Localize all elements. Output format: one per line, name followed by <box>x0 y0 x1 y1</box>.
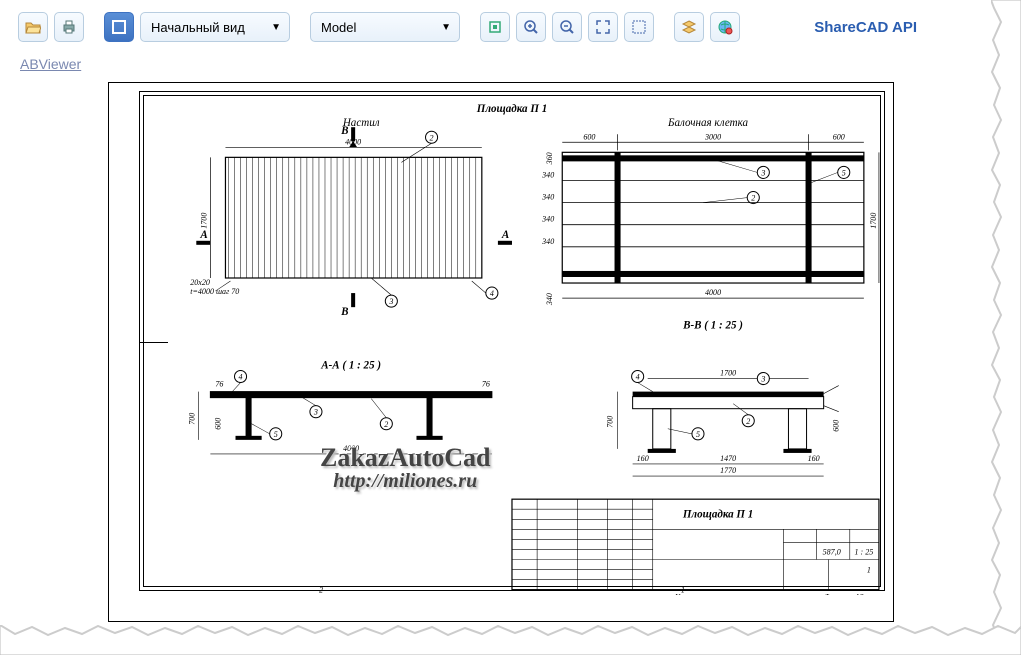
layers-button[interactable] <box>674 12 704 42</box>
svg-text:600: 600 <box>213 418 222 430</box>
svg-text:1 : 25: 1 : 25 <box>854 547 873 556</box>
svg-text:700: 700 <box>187 413 196 425</box>
print-button[interactable] <box>54 12 84 42</box>
extents-icon <box>595 19 611 35</box>
model-select-label: Model <box>321 20 356 35</box>
svg-text:340: 340 <box>541 237 554 246</box>
chevron-down-icon: ▼ <box>441 22 451 33</box>
svg-text:600: 600 <box>833 132 845 141</box>
svg-text:4: 4 <box>239 373 243 382</box>
layers-icon <box>681 19 697 35</box>
svg-text:20x20: 20x20 <box>190 278 210 287</box>
zoom-out-icon <box>559 19 575 35</box>
zoom-in-icon <box>523 19 539 35</box>
svg-text:А: А <box>199 229 207 241</box>
abviewer-link[interactable]: ABViewer <box>20 56 81 72</box>
svg-text:4000: 4000 <box>705 288 721 297</box>
blackbox-button[interactable] <box>104 12 134 42</box>
svg-text:700: 700 <box>606 416 615 428</box>
svg-text:587,0: 587,0 <box>823 547 841 556</box>
printer-icon <box>61 19 77 35</box>
title-block: Площадка П 1 587,0 1 : 25 1 Формат А3 Ко… <box>512 499 879 595</box>
folder-open-icon <box>25 19 41 35</box>
zoom-in-button[interactable] <box>516 12 546 42</box>
svg-text:Балочная клетка: Балочная клетка <box>667 117 749 129</box>
drawing-canvas[interactable]: Площадка П 1 Настил Балочная клетка 4000… <box>108 82 894 622</box>
fit-icon <box>487 19 503 35</box>
svg-text:4: 4 <box>636 373 640 382</box>
svg-text:А: А <box>501 229 509 241</box>
svg-text:t=4000 шаг 70: t=4000 шаг 70 <box>190 287 239 296</box>
svg-text:Формат А3: Формат А3 <box>824 593 864 595</box>
svg-text:1700: 1700 <box>199 213 208 229</box>
svg-text:Площадка П 1: Площадка П 1 <box>682 508 753 520</box>
svg-text:600: 600 <box>832 420 841 432</box>
svg-text:160: 160 <box>637 454 649 463</box>
svg-text:3: 3 <box>760 168 765 177</box>
svg-text:340: 340 <box>541 170 554 179</box>
extents-button[interactable] <box>588 12 618 42</box>
svg-text:2: 2 <box>751 194 755 203</box>
drawing-border: Площадка П 1 Настил Балочная клетка 4000… <box>139 91 885 591</box>
svg-text:3: 3 <box>313 408 318 417</box>
region-icon <box>631 19 647 35</box>
svg-text:2: 2 <box>430 133 434 142</box>
svg-text:340: 340 <box>545 293 554 306</box>
viewer-frame: Начальный вид ▼ Model ▼ Share <box>0 0 995 635</box>
svg-text:В: В <box>340 306 348 318</box>
svg-text:1470: 1470 <box>720 454 736 463</box>
save-button[interactable] <box>710 12 740 42</box>
svg-text:5: 5 <box>842 168 846 177</box>
svg-text:360: 360 <box>545 152 554 165</box>
svg-text:1700: 1700 <box>720 369 736 378</box>
sharecad-api-link[interactable]: ShareCAD API <box>814 19 977 36</box>
svg-text:340: 340 <box>541 215 554 224</box>
zoom-out-button[interactable] <box>552 12 582 42</box>
svg-text:4000: 4000 <box>343 444 359 453</box>
svg-text:340: 340 <box>541 193 554 202</box>
svg-text:2: 2 <box>384 420 388 429</box>
svg-text:2: 2 <box>746 417 750 426</box>
svg-text:3: 3 <box>760 375 765 384</box>
technical-drawing: Площадка П 1 Настил Балочная клетка 4000… <box>140 92 884 595</box>
open-button[interactable] <box>18 12 48 42</box>
svg-text:3: 3 <box>388 297 393 306</box>
square-icon <box>112 20 126 34</box>
fit-button[interactable] <box>480 12 510 42</box>
svg-text:76: 76 <box>482 380 490 389</box>
svg-text:5: 5 <box>696 430 700 439</box>
svg-text:В-В ( 1 : 25 ): В-В ( 1 : 25 ) <box>682 319 743 331</box>
model-select[interactable]: Model ▼ <box>310 12 460 42</box>
svg-text:5: 5 <box>274 430 278 439</box>
view-select[interactable]: Начальный вид ▼ <box>140 12 290 42</box>
svg-text:Копировал: Копировал <box>674 593 712 595</box>
svg-text:1700: 1700 <box>869 213 878 229</box>
svg-text:2: 2 <box>319 586 323 595</box>
chevron-down-icon: ▼ <box>271 22 281 33</box>
globe-save-icon <box>717 19 733 35</box>
svg-text:76: 76 <box>215 380 223 389</box>
svg-text:160: 160 <box>808 454 820 463</box>
svg-text:4: 4 <box>490 289 494 298</box>
svg-text:1: 1 <box>867 566 871 575</box>
svg-text:1: 1 <box>681 586 685 595</box>
region-button[interactable] <box>624 12 654 42</box>
svg-text:В: В <box>340 125 348 137</box>
svg-text:1770: 1770 <box>720 466 736 475</box>
svg-text:600: 600 <box>583 132 595 141</box>
toolbar: Начальный вид ▼ Model ▼ Share <box>0 0 995 52</box>
svg-text:3000: 3000 <box>704 132 721 141</box>
view-select-label: Начальный вид <box>151 20 245 35</box>
svg-text:А-А ( 1 : 25 ): А-А ( 1 : 25 ) <box>320 359 381 371</box>
svg-text:Площадка П 1: Площадка П 1 <box>476 103 547 115</box>
